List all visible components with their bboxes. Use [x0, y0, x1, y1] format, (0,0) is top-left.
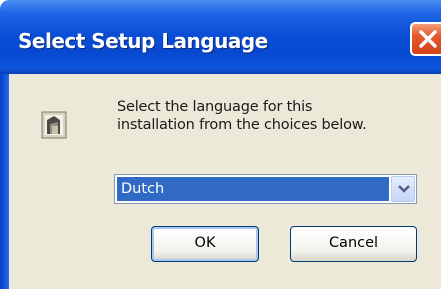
- window-title: Select Setup Language: [18, 29, 268, 53]
- setup-language-dialog: Select Setup Language Select the languag…: [0, 0, 441, 289]
- instruction-text: Select the language for this installatio…: [117, 98, 427, 134]
- title-bar[interactable]: Select Setup Language: [0, 0, 441, 74]
- close-icon: [419, 30, 437, 48]
- chevron-down-icon: [398, 185, 410, 193]
- ok-button-label: OK: [194, 235, 216, 251]
- cancel-button-label: Cancel: [328, 235, 379, 251]
- cancel-button[interactable]: Cancel: [290, 226, 417, 262]
- window-frame-left: [0, 74, 9, 289]
- language-select-value: Dutch: [117, 177, 389, 201]
- instruction-line-2: installation from the choices below.: [117, 117, 367, 133]
- language-select[interactable]: Dutch: [114, 174, 417, 204]
- setup-icon: [41, 111, 67, 139]
- close-button[interactable]: [410, 22, 441, 56]
- instruction-line-1: Select the language for this: [117, 99, 313, 115]
- language-dropdown-button[interactable]: [391, 176, 415, 202]
- ok-button[interactable]: OK: [151, 226, 259, 262]
